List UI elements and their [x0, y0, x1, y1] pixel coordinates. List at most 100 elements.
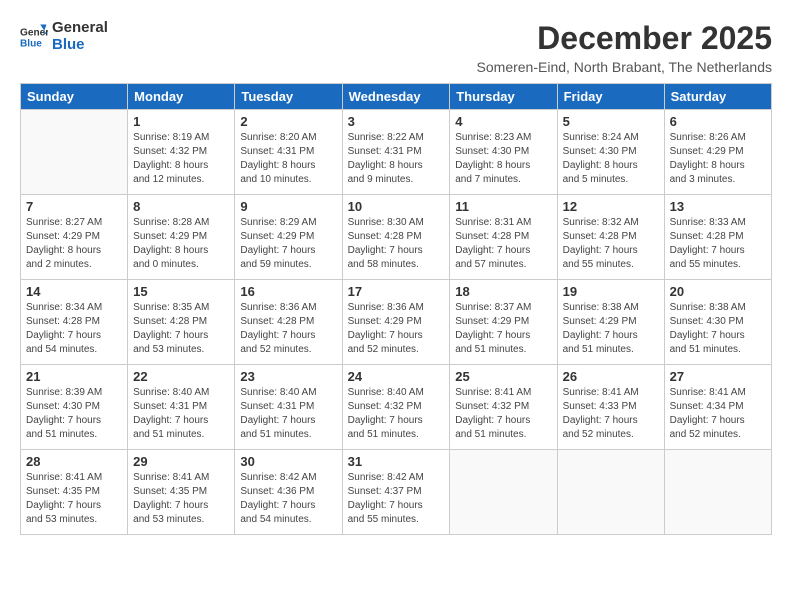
day-info: Sunrise: 8:38 AM Sunset: 4:29 PM Dayligh… — [563, 301, 659, 357]
cell-w5-d4 — [450, 450, 557, 535]
day-number: 6 — [670, 114, 766, 129]
day-info: Sunrise: 8:20 AM Sunset: 4:31 PM Dayligh… — [240, 131, 336, 187]
day-number: 21 — [26, 369, 122, 384]
cell-w3-d4: 18 Sunrise: 8:37 AM Sunset: 4:29 PM Dayli… — [450, 280, 557, 365]
month-title: December 2025 — [477, 20, 772, 57]
cell-w5-d1: 29Sunrise: 8:41 AM Sunset: 4:35 PM Dayli… — [128, 450, 235, 535]
day-number: 27 — [670, 369, 766, 384]
day-number: 7 — [26, 199, 122, 214]
cell-w4-d0: 21 Sunrise: 8:39 AM Sunset: 4:30 PM Dayli… — [21, 365, 128, 450]
day-number: 18 — [455, 284, 551, 299]
day-number: 9 — [240, 199, 336, 214]
day-info: Sunrise: 8:22 AM Sunset: 4:31 PM Dayligh… — [348, 131, 445, 187]
day-info: Sunrise: 8:40 AM Sunset: 4:32 PM Dayligh… — [348, 386, 445, 442]
day-number: 30 — [240, 454, 336, 469]
day-info: Sunrise: 8:19 AM Sunset: 4:32 PM Dayligh… — [133, 131, 229, 187]
logo: General Blue General Blue — [20, 20, 108, 53]
day-number: 16 — [240, 284, 336, 299]
day-info: Sunrise: 8:41 AM Sunset: 4:32 PM Dayligh… — [455, 386, 551, 442]
cell-w5-d0: 28Sunrise: 8:41 AM Sunset: 4:35 PM Dayli… — [21, 450, 128, 535]
cell-w1-d5: 5Sunrise: 8:24 AM Sunset: 4:30 PM Daylig… — [557, 110, 664, 195]
cell-w4-d3: 24 Sunrise: 8:40 AM Sunset: 4:32 PM Dayli… — [342, 365, 450, 450]
day-number: 13 — [670, 199, 766, 214]
logo-general: General — [52, 19, 108, 36]
cell-w1-d3: 3 Sunrise: 8:22 AM Sunset: 4:31 PM Daylig… — [342, 110, 450, 195]
col-friday: Friday — [557, 84, 664, 110]
day-number: 24 — [348, 369, 445, 384]
cell-w2-d1: 8Sunrise: 8:28 AM Sunset: 4:29 PM Daylig… — [128, 195, 235, 280]
day-number: 1 — [133, 114, 229, 129]
cell-w2-d2: 9 Sunrise: 8:29 AM Sunset: 4:29 PM Daylig… — [235, 195, 342, 280]
day-info: Sunrise: 8:36 AM Sunset: 4:29 PM Dayligh… — [348, 301, 445, 357]
cell-w4-d2: 23 Sunrise: 8:40 AM Sunset: 4:31 PM Dayli… — [235, 365, 342, 450]
day-info: Sunrise: 8:31 AM Sunset: 4:28 PM Dayligh… — [455, 216, 551, 272]
svg-text:Blue: Blue — [20, 38, 42, 49]
cell-w4-d4: 25 Sunrise: 8:41 AM Sunset: 4:32 PM Dayli… — [450, 365, 557, 450]
day-number: 20 — [670, 284, 766, 299]
day-info: Sunrise: 8:41 AM Sunset: 4:35 PM Dayligh… — [133, 471, 229, 527]
week-row-4: 21 Sunrise: 8:39 AM Sunset: 4:30 PM Dayli… — [21, 365, 772, 450]
day-info: Sunrise: 8:41 AM Sunset: 4:33 PM Dayligh… — [563, 386, 659, 442]
day-info: Sunrise: 8:41 AM Sunset: 4:34 PM Dayligh… — [670, 386, 766, 442]
day-number: 3 — [348, 114, 445, 129]
day-info: Sunrise: 8:35 AM Sunset: 4:28 PM Dayligh… — [133, 301, 229, 357]
day-info: Sunrise: 8:32 AM Sunset: 4:28 PM Dayligh… — [563, 216, 659, 272]
logo-icon: General Blue — [20, 23, 48, 51]
day-info: Sunrise: 8:26 AM Sunset: 4:29 PM Dayligh… — [670, 131, 766, 187]
day-info: Sunrise: 8:40 AM Sunset: 4:31 PM Dayligh… — [240, 386, 336, 442]
day-info: Sunrise: 8:28 AM Sunset: 4:29 PM Dayligh… — [133, 216, 229, 272]
day-info: Sunrise: 8:37 AM Sunset: 4:29 PM Dayligh… — [455, 301, 551, 357]
day-number: 23 — [240, 369, 336, 384]
cell-w2-d6: 13 Sunrise: 8:33 AM Sunset: 4:28 PM Dayli… — [664, 195, 771, 280]
col-saturday: Saturday — [664, 84, 771, 110]
day-number: 4 — [455, 114, 551, 129]
day-info: Sunrise: 8:38 AM Sunset: 4:30 PM Dayligh… — [670, 301, 766, 357]
day-number: 31 — [348, 454, 445, 469]
day-number: 28 — [26, 454, 122, 469]
day-info: Sunrise: 8:34 AM Sunset: 4:28 PM Dayligh… — [26, 301, 122, 357]
cell-w1-d1: 1 Sunrise: 8:19 AM Sunset: 4:32 PM Daylig… — [128, 110, 235, 195]
week-row-1: 1 Sunrise: 8:19 AM Sunset: 4:32 PM Daylig… — [21, 110, 772, 195]
cell-w3-d6: 20 Sunrise: 8:38 AM Sunset: 4:30 PM Dayli… — [664, 280, 771, 365]
logo-blue: Blue — [52, 37, 108, 54]
cell-w2-d0: 7 Sunrise: 8:27 AM Sunset: 4:29 PM Daylig… — [21, 195, 128, 280]
day-info: Sunrise: 8:42 AM Sunset: 4:37 PM Dayligh… — [348, 471, 445, 527]
day-number: 22 — [133, 369, 229, 384]
day-info: Sunrise: 8:42 AM Sunset: 4:36 PM Dayligh… — [240, 471, 336, 527]
cell-w4-d1: 22Sunrise: 8:40 AM Sunset: 4:31 PM Dayli… — [128, 365, 235, 450]
cell-w5-d2: 30 Sunrise: 8:42 AM Sunset: 4:36 PM Dayli… — [235, 450, 342, 535]
cell-w2-d3: 10Sunrise: 8:30 AM Sunset: 4:28 PM Dayli… — [342, 195, 450, 280]
cell-w1-d0 — [21, 110, 128, 195]
col-monday: Monday — [128, 84, 235, 110]
day-number: 10 — [348, 199, 445, 214]
day-info: Sunrise: 8:23 AM Sunset: 4:30 PM Dayligh… — [455, 131, 551, 187]
location: Someren-Eind, North Brabant, The Netherl… — [477, 59, 772, 75]
cell-w1-d6: 6 Sunrise: 8:26 AM Sunset: 4:29 PM Daylig… — [664, 110, 771, 195]
week-row-5: 28 Sunrise: 8:41 AM Sunset: 4:35 PM Dayli… — [21, 450, 772, 535]
day-info: Sunrise: 8:27 AM Sunset: 4:29 PM Dayligh… — [26, 216, 122, 272]
day-number: 5 — [563, 114, 659, 129]
calendar: Sunday Monday Tuesday Wednesday Thursday… — [20, 83, 772, 535]
calendar-header-row: Sunday Monday Tuesday Wednesday Thursday… — [21, 84, 772, 110]
cell-w1-d4: 4 Sunrise: 8:23 AM Sunset: 4:30 PM Daylig… — [450, 110, 557, 195]
day-number: 26 — [563, 369, 659, 384]
cell-w5-d6 — [664, 450, 771, 535]
col-sunday: Sunday — [21, 84, 128, 110]
day-number: 15 — [133, 284, 229, 299]
cell-w5-d3: 31 Sunrise: 8:42 AM Sunset: 4:37 PM Dayli… — [342, 450, 450, 535]
cell-w4-d6: 27 Sunrise: 8:41 AM Sunset: 4:34 PM Dayli… — [664, 365, 771, 450]
day-number: 25 — [455, 369, 551, 384]
cell-w4-d5: 26 Sunrise: 8:41 AM Sunset: 4:33 PM Dayli… — [557, 365, 664, 450]
cell-w2-d5: 12Sunrise: 8:32 AM Sunset: 4:28 PM Dayli… — [557, 195, 664, 280]
day-number: 2 — [240, 114, 336, 129]
cell-w3-d5: 19Sunrise: 8:38 AM Sunset: 4:29 PM Dayli… — [557, 280, 664, 365]
cell-w3-d2: 16Sunrise: 8:36 AM Sunset: 4:28 PM Dayli… — [235, 280, 342, 365]
day-info: Sunrise: 8:29 AM Sunset: 4:29 PM Dayligh… — [240, 216, 336, 272]
cell-w2-d4: 11 Sunrise: 8:31 AM Sunset: 4:28 PM Dayli… — [450, 195, 557, 280]
day-number: 11 — [455, 199, 551, 214]
day-info: Sunrise: 8:33 AM Sunset: 4:28 PM Dayligh… — [670, 216, 766, 272]
week-row-3: 14 Sunrise: 8:34 AM Sunset: 4:28 PM Dayli… — [21, 280, 772, 365]
cell-w5-d5 — [557, 450, 664, 535]
day-number: 14 — [26, 284, 122, 299]
day-info: Sunrise: 8:39 AM Sunset: 4:30 PM Dayligh… — [26, 386, 122, 442]
